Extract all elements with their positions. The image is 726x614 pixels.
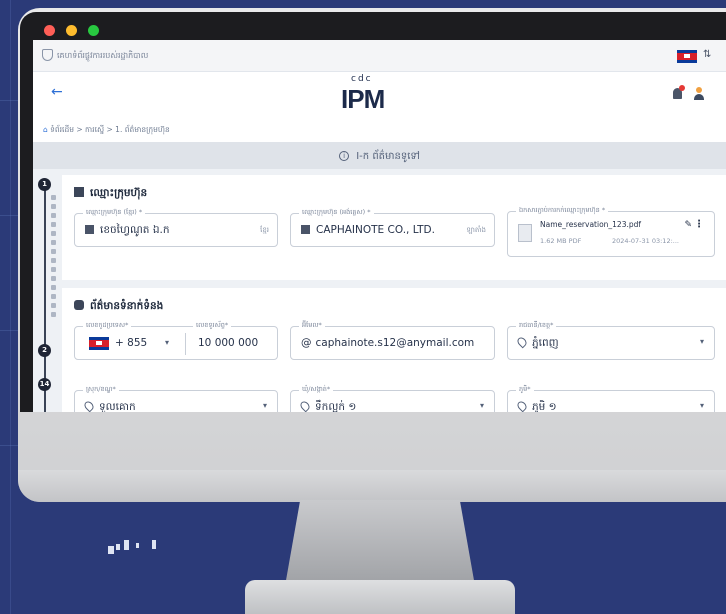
more-options-icon[interactable]: ⋮ <box>694 219 704 230</box>
location-pin-icon <box>82 399 96 412</box>
phone-field[interactable]: លេខកូដប្រទេស* លេខទូរស័ព្ទ* + 855 ▾ 10 00… <box>74 321 278 360</box>
app-screen: គេហទំព័រផ្លូវការរបស់រដ្ឋាភិបាល ⇅ ← cdc I… <box>33 40 726 412</box>
village-select[interactable]: ភូមិ* ភូមិ ១ ▾ <box>507 385 715 412</box>
monitor-base <box>245 580 515 614</box>
breadcrumb-separator: > <box>76 125 83 134</box>
divider <box>185 333 186 355</box>
location-pin-icon <box>298 399 312 412</box>
stepper-mini-icons <box>51 195 59 321</box>
building-icon <box>301 225 310 234</box>
building-icon <box>85 225 94 234</box>
company-name-khmer-field[interactable]: ឈ្មោះក្រុមហ៊ុន (ខ្មែរ) * ខេចហ្វៃណូត ឯ.ក … <box>74 208 278 247</box>
breadcrumb-level2[interactable]: ការស្នើ <box>85 125 104 134</box>
window-maximize-button[interactable] <box>88 25 99 36</box>
notification-badge <box>679 85 685 91</box>
company-name-card: ឈ្មោះក្រុមហ៊ុន ឈ្មោះក្រុមហ៊ុន (ខ្មែរ) * … <box>62 175 726 280</box>
cambodia-flag-icon[interactable] <box>677 50 697 63</box>
chevron-down-icon[interactable]: ▾ <box>263 401 267 410</box>
contact-card-title: ព័ត៌មានទំនាក់ទំនង <box>74 300 163 315</box>
step-2[interactable]: 2 <box>38 344 51 357</box>
province-select[interactable]: រាជធានី/ខេត្ត* ភ្នំពេញ ▾ <box>507 321 715 360</box>
gov-status-bar: គេហទំព័រផ្លូវការរបស់រដ្ឋាភិបាល ⇅ <box>33 40 726 72</box>
phone-country-code[interactable]: + 855 <box>115 337 147 349</box>
logo-ipm-text: IPM <box>341 84 385 114</box>
chevron-down-icon[interactable]: ▾ <box>700 401 704 410</box>
name-reservation-file-field[interactable]: ឯកសារភ្ជាប់ការកក់ឈ្មោះក្រុមហ៊ុន * Name_r… <box>507 206 715 257</box>
breadcrumb-current: 1. ព័ត៌មានក្រុមហ៊ុន <box>115 125 170 134</box>
translate-icon[interactable]: ⇅ <box>703 49 711 60</box>
building-icon <box>74 187 84 197</box>
logo-cdc-text: cdc <box>351 74 373 84</box>
edit-icon[interactable]: ✎ <box>684 220 692 230</box>
user-avatar-icon[interactable] <box>694 87 704 100</box>
at-icon: @ <box>301 337 312 349</box>
shield-icon <box>42 49 53 61</box>
app-header: ← cdc IPM <box>33 72 726 120</box>
cambodia-flag-icon <box>89 337 109 350</box>
monitor-chin <box>18 470 726 502</box>
file-size: 1.62 MB PDF <box>540 237 582 245</box>
chevron-down-icon[interactable]: ▾ <box>480 401 484 410</box>
commune-select[interactable]: ឃុំ/សង្កាត់* ទឹកល្អក់ ១ ▾ <box>290 385 495 412</box>
phone-number[interactable]: 10 000 000 <box>198 337 258 349</box>
breadcrumb: ⌂ ទំព័រដើម > ការស្នើ > 1. ព័ត៌មានក្រុមហ៊… <box>33 120 726 142</box>
district-select[interactable]: ស្រុក/ខណ្ឌ* ទួលគោក ▾ <box>74 385 278 412</box>
monitor-stand <box>285 500 475 586</box>
company-card-title: ឈ្មោះក្រុមហ៊ុន <box>74 187 147 202</box>
pdf-file-icon <box>518 224 532 242</box>
bg-grid-line <box>10 0 11 614</box>
company-name-english-field[interactable]: ឈ្មោះក្រុមហ៊ុន (អង់គ្លេស) * CAPHAINOTE C… <box>290 208 495 247</box>
phone-icon <box>74 300 84 310</box>
breadcrumb-separator: > <box>106 125 113 134</box>
window-minimize-button[interactable] <box>66 25 77 36</box>
section-banner: i I-ក ព័ត៌មានទូទៅ <box>33 142 726 169</box>
chevron-down-icon[interactable]: ▾ <box>700 337 704 346</box>
step-1[interactable]: 1 <box>38 178 51 191</box>
arrow-left-icon[interactable]: ← <box>51 84 63 100</box>
breadcrumb-home[interactable]: ទំព័រដើម <box>50 125 74 134</box>
location-pin-icon <box>515 399 529 412</box>
window-close-button[interactable] <box>44 25 55 36</box>
chevron-down-icon[interactable]: ▾ <box>165 338 169 347</box>
file-date: 2024-07-31 03:12:... <box>612 237 679 245</box>
location-pin-icon <box>515 335 529 349</box>
home-icon[interactable]: ⌂ <box>43 125 48 134</box>
gov-site-text: គេហទំព័រផ្លូវការរបស់រដ្ឋាភិបាល <box>57 51 149 60</box>
section-title: I-ក ព័ត៌មានទូទៅ <box>356 151 420 162</box>
email-field[interactable]: អ៊ីមែល* @ caphainote.s12@anymail.com <box>290 321 495 360</box>
contact-info-card: ព័ត៌មានទំនាក់ទំនង លេខកូដប្រទេស* លេខទូរស័… <box>62 288 726 412</box>
info-icon: i <box>339 151 350 161</box>
step-14[interactable]: 14 <box>38 378 51 391</box>
file-name: Name_reservation_123.pdf <box>540 220 642 229</box>
